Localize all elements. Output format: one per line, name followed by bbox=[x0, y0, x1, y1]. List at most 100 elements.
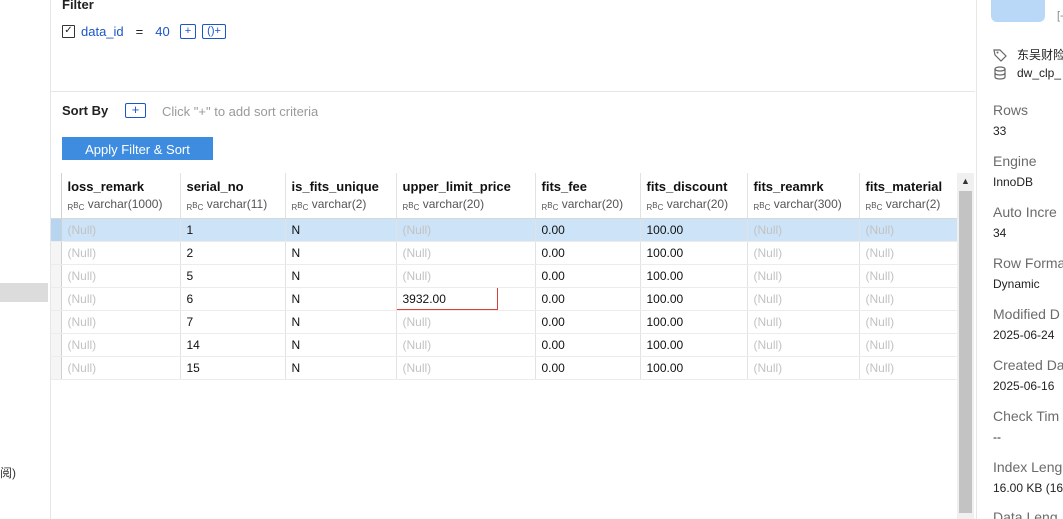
table-cell[interactable]: (Null) bbox=[396, 333, 536, 357]
table-cell[interactable]: N bbox=[285, 287, 397, 311]
table-cell[interactable]: 0.00 bbox=[535, 218, 641, 242]
table-cell[interactable]: (Null) bbox=[859, 356, 958, 380]
table-row[interactable]: (Null) 1 N (Null) 0.00 100.00 (Null) (Null) bbox=[51, 218, 958, 242]
table-cell[interactable]: (Null) bbox=[859, 264, 958, 288]
table-cell[interactable]: 0.00 bbox=[535, 241, 641, 265]
property-label: Engine bbox=[993, 153, 1037, 169]
table-cell[interactable]: N bbox=[285, 310, 397, 334]
table-cell[interactable]: (Null) bbox=[396, 310, 536, 334]
column-header[interactable]: fits_material RBC varchar(2) bbox=[859, 173, 958, 219]
table-cell[interactable]: N bbox=[285, 333, 397, 357]
table-cell[interactable]: (Null) bbox=[747, 241, 860, 265]
filter-operator[interactable]: = bbox=[136, 24, 144, 39]
scroll-up-arrow-icon[interactable]: ▲ bbox=[957, 173, 974, 190]
table-cell[interactable]: 100.00 bbox=[640, 310, 748, 334]
filter-field[interactable]: data_id bbox=[81, 24, 124, 39]
column-header[interactable]: serial_no RBC varchar(11) bbox=[180, 173, 286, 219]
table-cell[interactable]: 0.00 bbox=[535, 264, 641, 288]
table-cell[interactable]: (Null) bbox=[747, 264, 860, 288]
column-name: fits_material bbox=[865, 179, 943, 194]
table-cell[interactable]: 0.00 bbox=[535, 310, 641, 334]
table-cell[interactable]: (Null) bbox=[859, 310, 958, 334]
row-gutter[interactable] bbox=[51, 333, 62, 357]
table-cell[interactable]: N bbox=[285, 218, 397, 242]
table-cell[interactable]: 1 bbox=[180, 218, 286, 242]
table-cell[interactable]: (Null) bbox=[61, 310, 181, 334]
row-gutter[interactable] bbox=[51, 264, 62, 288]
table-cell[interactable]: 2 bbox=[180, 241, 286, 265]
table-cell[interactable]: (Null) bbox=[747, 287, 860, 311]
table-cell[interactable]: (Null) bbox=[859, 218, 958, 242]
column-name: fits_fee bbox=[541, 179, 588, 194]
column-header[interactable]: upper_limit_price RBC varchar(20) bbox=[396, 173, 536, 219]
table-cell[interactable]: 15 bbox=[180, 356, 286, 380]
add-filter-group-button[interactable]: ()+ bbox=[202, 23, 226, 39]
table-cell[interactable]: (Null) bbox=[747, 310, 860, 334]
table-cell[interactable]: 7 bbox=[180, 310, 286, 334]
table-cell[interactable]: (Null) bbox=[61, 356, 181, 380]
table-cell[interactable]: (Null) bbox=[61, 333, 181, 357]
text-type-icon: RBC bbox=[865, 201, 883, 212]
table-cell[interactable]: 100.00 bbox=[640, 287, 748, 311]
column-header[interactable]: loss_remark RBC varchar(1000) bbox=[61, 173, 181, 219]
table-cell[interactable]: (Null) bbox=[859, 241, 958, 265]
table-cell[interactable]: (Null) bbox=[61, 218, 181, 242]
table-cell[interactable]: 0.00 bbox=[535, 333, 641, 357]
table-cell[interactable]: (Null) bbox=[61, 264, 181, 288]
row-gutter[interactable] bbox=[51, 241, 62, 265]
edited-cell[interactable]: 3932.00 bbox=[396, 287, 536, 311]
table-row[interactable]: (Null) 5 N (Null) 0.00 100.00 (Null) (Null) bbox=[51, 264, 958, 288]
property-value: InnoDB bbox=[993, 175, 1034, 189]
table-cell[interactable]: 100.00 bbox=[640, 264, 748, 288]
row-gutter-header bbox=[51, 173, 62, 219]
table-row[interactable]: (Null) 2 N (Null) 0.00 100.00 (Null) (Null) bbox=[51, 241, 958, 265]
add-filter-button[interactable]: + bbox=[179, 23, 197, 39]
table-cell[interactable]: 6 bbox=[180, 287, 286, 311]
column-header[interactable]: fits_fee RBC varchar(20) bbox=[535, 173, 641, 219]
row-gutter[interactable] bbox=[51, 356, 62, 380]
table-cell[interactable]: 100.00 bbox=[640, 218, 748, 242]
table-cell[interactable]: (Null) bbox=[747, 218, 860, 242]
table-cell[interactable]: 5 bbox=[180, 264, 286, 288]
table-cell[interactable]: 100.00 bbox=[640, 241, 748, 265]
table-cell[interactable]: (Null) bbox=[747, 356, 860, 380]
table-row[interactable]: (Null) 7 N (Null) 0.00 100.00 (Null) (Null) bbox=[51, 310, 958, 334]
filter-title: Filter bbox=[62, 0, 94, 12]
table-cell[interactable]: (Null) bbox=[61, 241, 181, 265]
filter-value[interactable]: 40 bbox=[155, 24, 169, 39]
column-header[interactable]: fits_reamrk RBC varchar(300) bbox=[747, 173, 860, 219]
table-cell[interactable]: 0.00 bbox=[535, 356, 641, 380]
table-cell[interactable]: 100.00 bbox=[640, 333, 748, 357]
table-cell[interactable]: N bbox=[285, 356, 397, 380]
table-cell[interactable]: (Null) bbox=[396, 218, 536, 242]
database-line: 东吴财险 bbox=[993, 46, 1063, 63]
table-cell[interactable]: (Null) bbox=[396, 241, 536, 265]
table-cell[interactable]: (Null) bbox=[61, 287, 181, 311]
table-cell[interactable]: (Null) bbox=[859, 287, 958, 311]
table-row[interactable]: (Null) 14 N (Null) 0.00 100.00 (Null) (Null) bbox=[51, 333, 958, 357]
row-gutter[interactable] bbox=[51, 310, 62, 334]
table-row[interactable]: (Null) 15 N (Null) 0.00 100.00 (Null) (Null) bbox=[51, 356, 958, 380]
table-cell[interactable]: N bbox=[285, 241, 397, 265]
apply-filter-sort-button[interactable]: Apply Filter & Sort bbox=[62, 137, 213, 160]
row-gutter[interactable] bbox=[51, 218, 62, 242]
table-row[interactable]: (Null) 6 N 3932.00 0.00 100.00 (Null) (Null) bbox=[51, 287, 958, 311]
scrollbar-thumb[interactable] bbox=[959, 191, 972, 513]
panel-fragment: [- bbox=[1057, 10, 1063, 22]
column-type: RBC varchar(2) bbox=[292, 197, 396, 212]
table-cell[interactable]: 100.00 bbox=[640, 356, 748, 380]
table-cell[interactable]: (Null) bbox=[747, 333, 860, 357]
table-cell[interactable]: (Null) bbox=[859, 333, 958, 357]
column-header[interactable]: fits_discount RBC varchar(20) bbox=[640, 173, 748, 219]
navigator-selected-item[interactable] bbox=[0, 283, 48, 302]
grid-vertical-scrollbar[interactable]: ▲ bbox=[957, 173, 974, 519]
row-gutter[interactable] bbox=[51, 287, 62, 311]
column-header[interactable]: is_fits_unique RBC varchar(2) bbox=[285, 173, 397, 219]
table-cell[interactable]: N bbox=[285, 264, 397, 288]
table-cell[interactable]: (Null) bbox=[396, 264, 536, 288]
table-cell[interactable]: 14 bbox=[180, 333, 286, 357]
table-cell[interactable]: (Null) bbox=[396, 356, 536, 380]
add-sort-button[interactable]: + bbox=[125, 103, 146, 118]
table-cell[interactable]: 0.00 bbox=[535, 287, 641, 311]
filter-enabled-checkbox[interactable]: ✓ bbox=[62, 24, 75, 38]
